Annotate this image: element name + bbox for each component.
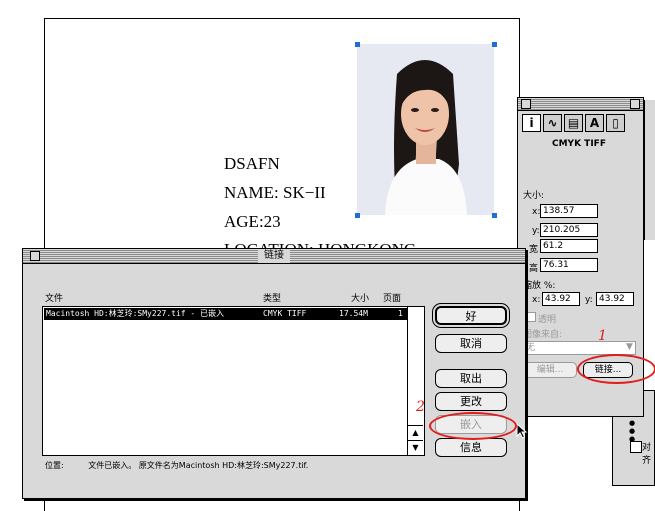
scale-label: 缩放 %: bbox=[523, 281, 556, 291]
annotation-number-2: 2 bbox=[416, 399, 425, 415]
cancel-button[interactable]: 取消 bbox=[435, 334, 507, 353]
ok-button[interactable]: 好 bbox=[435, 306, 507, 325]
scale-x-label: x: bbox=[532, 295, 541, 305]
mouse-pointer-icon bbox=[516, 423, 528, 439]
y-position-field[interactable]: 210.205 bbox=[540, 223, 598, 237]
link-file-list: Macintosh HD:林芝玲:SMy227.tif - 已嵌入 CMYK T… bbox=[42, 306, 425, 456]
resize-handle-br[interactable] bbox=[492, 213, 497, 218]
scale-x-field[interactable]: 43.92 bbox=[542, 292, 580, 306]
transparent-label: 透明 bbox=[538, 315, 557, 325]
align-checkbox[interactable] bbox=[630, 441, 642, 453]
placed-photo[interactable] bbox=[357, 44, 494, 215]
type-tab-icon[interactable]: A bbox=[585, 114, 604, 132]
dialog-titlebar[interactable]: 链接 bbox=[23, 249, 525, 264]
page-tab-icon[interactable]: ▯ bbox=[606, 114, 625, 132]
get-button[interactable]: 取出 bbox=[435, 369, 507, 388]
annotation-circle-1 bbox=[577, 354, 655, 384]
x-position-field[interactable]: 138.57 bbox=[540, 204, 598, 218]
doc-line-2: NAME: SK−II bbox=[224, 183, 326, 202]
list-scrollbar[interactable]: ▲ ▼ bbox=[407, 307, 424, 455]
list-item[interactable]: Macintosh HD:林芝玲:SMy227.tif - 已嵌入 CMYK T… bbox=[44, 308, 409, 320]
info-button[interactable]: 信息 bbox=[435, 438, 507, 457]
y-label: y: bbox=[532, 226, 540, 236]
align-label: 对齐 bbox=[642, 443, 652, 466]
annotation-circle-2 bbox=[429, 412, 517, 440]
change-button[interactable]: 更改 bbox=[435, 392, 507, 411]
col-head-size[interactable]: 大小 bbox=[351, 291, 369, 304]
row-page: 1 bbox=[398, 309, 403, 318]
height-label: 高 bbox=[529, 264, 539, 274]
resize-handle-bl[interactable] bbox=[355, 213, 360, 218]
links-dialog: 链接 文件 类型 大小 页面 Macintosh HD:林芝玲:SMy227.t… bbox=[22, 248, 526, 499]
row-file: Macintosh HD:林芝玲:SMy227.tif - 已嵌入 bbox=[46, 309, 225, 318]
frame-tab-icon[interactable]: ▤ bbox=[564, 114, 583, 132]
annotation-number-1: 1 bbox=[598, 328, 607, 344]
doc-line-3: AGE:23 bbox=[224, 212, 281, 231]
scroll-up-icon[interactable]: ▲ bbox=[408, 425, 423, 440]
width-label: 宽 bbox=[529, 245, 539, 255]
status-label: 位置: bbox=[45, 461, 64, 470]
background-panel-edge bbox=[644, 100, 655, 240]
status-line: 位置: 文件已嵌入。 原文件名为Macintosh HD:林芝玲:SMy227.… bbox=[45, 460, 308, 471]
dialog-title: 链接 bbox=[258, 249, 290, 263]
width-field[interactable]: 61.2 bbox=[540, 239, 598, 253]
resize-handle-tl[interactable] bbox=[355, 42, 360, 47]
row-type: CMYK TIFF bbox=[263, 309, 307, 318]
scale-y-label: y: bbox=[585, 295, 593, 305]
dialog-close-box[interactable] bbox=[30, 251, 40, 261]
image-source-select[interactable]: 无 bbox=[523, 341, 636, 355]
resize-handle-tr[interactable] bbox=[492, 42, 497, 47]
portrait-image bbox=[357, 44, 494, 215]
scale-y-field[interactable]: 43.92 bbox=[596, 292, 634, 306]
col-head-file[interactable]: 文件 bbox=[45, 291, 63, 304]
row-size: 17.54M bbox=[339, 309, 368, 318]
col-head-type[interactable]: 类型 bbox=[263, 291, 281, 304]
link-tab-icon[interactable]: ∿ bbox=[543, 114, 562, 132]
chevron-down-icon: ▼ bbox=[626, 342, 633, 352]
palette-titlebar[interactable] bbox=[518, 98, 643, 111]
transparent-checkbox[interactable] bbox=[526, 312, 536, 322]
file-type-label: CMYK TIFF bbox=[552, 139, 606, 149]
height-field[interactable]: 76.31 bbox=[540, 258, 598, 272]
info-tab-icon[interactable]: i bbox=[522, 114, 541, 132]
palette-close-box[interactable] bbox=[521, 99, 531, 109]
status-text: 文件已嵌入。 原文件名为Macintosh HD:林芝玲:SMy227.tif. bbox=[88, 461, 309, 470]
col-head-page[interactable]: 页面 bbox=[383, 291, 401, 304]
vertical-dots-icon: ● ● ● bbox=[629, 419, 636, 443]
size-label: 大小: bbox=[523, 191, 545, 201]
doc-line-1: DSAFN bbox=[224, 154, 280, 173]
image-source-label: 图像来自: bbox=[523, 330, 563, 340]
scroll-down-icon[interactable]: ▼ bbox=[408, 440, 423, 455]
palette-tabs: i ∿ ▤ A ▯ bbox=[522, 114, 625, 132]
palette-zoom-box[interactable] bbox=[630, 99, 640, 109]
edit-button[interactable]: 编辑... bbox=[523, 362, 577, 378]
